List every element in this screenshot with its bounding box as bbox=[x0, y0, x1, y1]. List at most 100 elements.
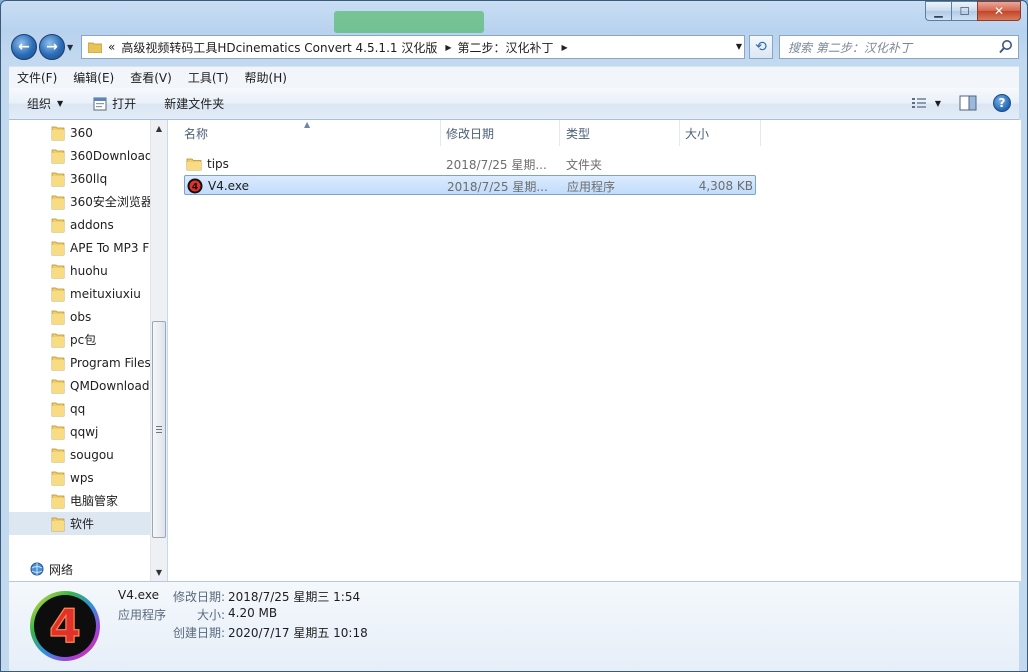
sidebar-item-label: qq bbox=[70, 401, 86, 416]
file-date: 2018/7/25 星期... bbox=[446, 157, 547, 172]
scroll-thumb[interactable] bbox=[152, 321, 166, 538]
column-header-size[interactable]: 大小 bbox=[681, 120, 761, 146]
sidebar-item-label: 电脑管家 bbox=[70, 494, 119, 508]
new-folder-label: 新建文件夹 bbox=[164, 97, 225, 111]
folder-icon bbox=[51, 448, 65, 462]
sidebar-item-label: 360llq bbox=[70, 171, 108, 186]
address-bar[interactable]: « 高级视频转码工具HDcinematics Convert 4.5.1.1 汉… bbox=[81, 35, 745, 59]
minimize-button[interactable]: ▁ bbox=[925, 1, 951, 21]
explorer-window: ▁ ☐ ✕ ← → ▼ « 高级视频转码工具HDcinematics Conve… bbox=[0, 0, 1028, 672]
view-options-dropdown[interactable]: ▼ bbox=[935, 99, 941, 108]
sidebar-item-folder[interactable]: addons bbox=[9, 213, 150, 236]
recent-pages-dropdown[interactable]: ▼ bbox=[67, 43, 73, 52]
file-size bbox=[684, 154, 752, 174]
sidebar-item-folder[interactable]: 360 bbox=[9, 121, 150, 144]
folder-icon bbox=[51, 241, 65, 255]
menu-edit[interactable]: 编辑(E) bbox=[65, 69, 122, 86]
menu-bar: 文件(F) 编辑(E) 查看(V) 工具(T) 帮助(H) bbox=[9, 66, 1019, 88]
change-view-icon[interactable] bbox=[911, 96, 929, 110]
refresh-button[interactable]: ⟲ bbox=[749, 35, 773, 59]
search-icon[interactable] bbox=[998, 39, 1014, 55]
sidebar-item-label: 360安全浏览器 bbox=[70, 195, 150, 209]
breadcrumb-item[interactable]: 高级视频转码工具HDcinematics Convert 4.5.1.1 汉化版 bbox=[121, 39, 437, 56]
breadcrumb-separator-icon[interactable]: ▶ bbox=[445, 43, 451, 52]
scroll-down-icon[interactable]: ▼ bbox=[151, 564, 167, 581]
open-label: 打开 bbox=[112, 97, 137, 111]
menu-tools[interactable]: 工具(T) bbox=[180, 69, 237, 86]
sidebar-item-label: 360 bbox=[70, 125, 93, 140]
sidebar-item-label: 软件 bbox=[70, 517, 95, 531]
search-box[interactable]: 搜索 第二步：汉化补丁 bbox=[779, 35, 1019, 59]
sidebar-item-folder[interactable]: qq bbox=[9, 397, 150, 420]
open-button[interactable]: 打开 bbox=[83, 95, 146, 112]
arrow-left-icon: ← bbox=[18, 39, 30, 55]
command-bar: 组织 ▼ 打开 新建文件夹 ▼ ? bbox=[9, 88, 1019, 120]
sidebar-item-folder[interactable]: meituxiuxiu bbox=[9, 282, 150, 305]
column-header-date[interactable]: 修改日期 bbox=[442, 120, 560, 146]
caption-buttons: ▁ ☐ ✕ bbox=[925, 1, 1021, 21]
breadcrumb-item[interactable]: 第二步：汉化补丁 bbox=[458, 39, 554, 56]
sidebar-item-folder[interactable]: QMDownload bbox=[9, 374, 150, 397]
organize-label: 组织 bbox=[27, 97, 52, 111]
sidebar-item-folder[interactable]: sougou bbox=[9, 443, 150, 466]
folder-icon bbox=[51, 172, 65, 186]
search-input[interactable]: 搜索 第二步：汉化补丁 bbox=[788, 39, 912, 56]
menu-help[interactable]: 帮助(H) bbox=[237, 69, 295, 86]
menu-file[interactable]: 文件(F) bbox=[9, 69, 65, 86]
sidebar-item-label: addons bbox=[70, 217, 114, 232]
folder-icon bbox=[51, 287, 65, 301]
forward-button[interactable]: → bbox=[39, 34, 65, 60]
network-icon bbox=[30, 562, 44, 576]
size-label: 大小: bbox=[196, 608, 225, 622]
sidebar-item-folder[interactable]: wps bbox=[9, 466, 150, 489]
sort-ascending-icon: ▲ bbox=[304, 120, 311, 129]
column-header-type[interactable]: 类型 bbox=[562, 120, 680, 146]
breadcrumb-overflow[interactable]: « bbox=[108, 40, 115, 54]
nav-scrollbar[interactable]: ▲ ▼ bbox=[150, 120, 167, 581]
file-size: 4,308 KB bbox=[698, 179, 753, 193]
breadcrumb-separator-icon[interactable]: ▶ bbox=[562, 43, 568, 52]
sidebar-item-folder[interactable]: huohu bbox=[9, 259, 150, 282]
sidebar-item-folder[interactable]: obs bbox=[9, 305, 150, 328]
sidebar-item-folder[interactable]: Program Files bbox=[9, 351, 150, 374]
chevron-down-icon[interactable]: ▼ bbox=[736, 42, 742, 51]
open-icon bbox=[93, 97, 107, 110]
maximize-button[interactable]: ☐ bbox=[951, 1, 977, 21]
sidebar-item-label: pc包 bbox=[70, 333, 97, 347]
size-value: 4.20 MB bbox=[228, 606, 278, 620]
nav-item-network[interactable]: 网络 bbox=[9, 558, 150, 580]
file-row[interactable]: tips 2018/7/25 星期... 文件夹 bbox=[184, 154, 756, 174]
arrow-right-icon: → bbox=[46, 39, 58, 55]
folder-icon bbox=[51, 494, 65, 508]
navigation-pane: 360 360Download 360llq 360安全浏览器 addons APE To… bbox=[9, 120, 167, 581]
menu-view[interactable]: 查看(V) bbox=[122, 69, 180, 86]
created-label: 创建日期: bbox=[172, 626, 225, 640]
sidebar-item-folder[interactable]: pc包 bbox=[9, 328, 150, 351]
sidebar-item-folder[interactable]: 360llq bbox=[9, 167, 150, 190]
file-row-selected[interactable]: 4 V4.exe 2018/7/25 星期... 应用程序 4,308 KB bbox=[184, 175, 756, 195]
scroll-up-icon[interactable]: ▲ bbox=[151, 120, 167, 137]
file-type: 文件夹 bbox=[566, 157, 603, 172]
sidebar-item-folder[interactable]: qqwj bbox=[9, 420, 150, 443]
folder-icon bbox=[51, 471, 65, 485]
sidebar-item-folder[interactable]: 电脑管家 bbox=[9, 489, 150, 512]
modified-label: 修改日期: bbox=[172, 590, 225, 604]
organize-button[interactable]: 组织 ▼ bbox=[17, 95, 73, 112]
view-controls: ▼ ? bbox=[911, 94, 1011, 112]
column-header-name[interactable]: 名称 bbox=[180, 120, 441, 146]
back-button[interactable]: ← bbox=[11, 34, 37, 60]
column-headers: 名称 ▲ 修改日期 类型 大小 bbox=[168, 120, 1021, 146]
folder-icon bbox=[51, 402, 65, 416]
created-value: 2020/7/17 星期五 10:18 bbox=[228, 626, 368, 640]
help-icon[interactable]: ? bbox=[993, 94, 1011, 112]
sidebar-item-folder[interactable]: 360Download bbox=[9, 144, 150, 167]
sidebar-item-folder[interactable]: APE To MP3 F bbox=[9, 236, 150, 259]
folder-icon bbox=[51, 333, 65, 347]
new-folder-button[interactable]: 新建文件夹 bbox=[154, 95, 234, 112]
preview-pane-icon[interactable] bbox=[959, 95, 977, 111]
sidebar-item-folder[interactable]: 360安全浏览器 bbox=[9, 190, 150, 213]
sidebar-item-folder[interactable]: 软件 bbox=[9, 512, 150, 535]
close-button[interactable]: ✕ bbox=[977, 1, 1021, 21]
v4-app-icon: 4 bbox=[187, 178, 203, 194]
sidebar-item-label: obs bbox=[70, 309, 92, 324]
